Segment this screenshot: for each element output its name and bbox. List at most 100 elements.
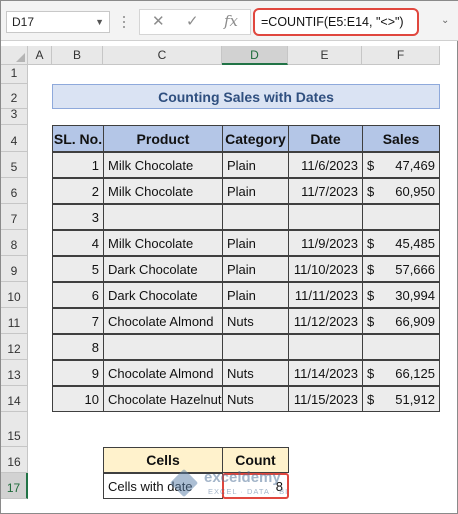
table-cell-category[interactable]: Plain (222, 152, 289, 178)
row-header[interactable]: 11 (1, 308, 28, 334)
table-cell-product[interactable]: Milk Chocolate (103, 178, 223, 204)
name-box-value: D17 (12, 15, 35, 29)
row-header[interactable]: 15 (1, 412, 28, 447)
table-cell-category[interactable] (222, 334, 289, 360)
enter-icon[interactable]: ✓ (186, 12, 199, 30)
row-header[interactable]: 14 (1, 386, 28, 412)
table-cell-sl[interactable]: 9 (52, 360, 104, 386)
table-cell-product[interactable]: Milk Chocolate (103, 152, 223, 178)
sales-value: 30,994 (395, 287, 435, 303)
table-cell-date[interactable]: 11/6/2023 (288, 152, 363, 178)
column-header-d[interactable]: D (222, 46, 288, 65)
table-cell-date[interactable]: 11/12/2023 (288, 308, 363, 334)
table-cell-product[interactable]: Milk Chocolate (103, 230, 223, 256)
table-cell-sales[interactable]: $45,485 (362, 230, 440, 256)
row-header[interactable]: 12 (1, 334, 28, 360)
table-cell-category[interactable]: Plain (222, 178, 289, 204)
table-cell-sales[interactable] (362, 204, 440, 230)
row-header[interactable]: 3 (1, 107, 28, 125)
table-cell-sl[interactable]: 1 (52, 152, 104, 178)
insert-function-icon[interactable]: fx (224, 12, 238, 30)
table-header-sl-no[interactable]: SL. No. (52, 125, 104, 152)
table-cell-date[interactable]: 11/9/2023 (288, 230, 363, 256)
summary-label-cell[interactable]: Cells with date (103, 473, 223, 499)
column-header-c[interactable]: C (103, 46, 222, 65)
currency-symbol: $ (367, 287, 375, 303)
table-cell-sales[interactable]: $47,469 (362, 152, 440, 178)
row-header[interactable]: 10 (1, 282, 28, 308)
table-cell-product[interactable] (103, 334, 223, 360)
table-cell-product[interactable]: Chocolate Almond (103, 308, 223, 334)
column-header-a[interactable]: A (28, 46, 52, 65)
table-cell-sl[interactable]: 7 (52, 308, 104, 334)
table-cell-product[interactable] (103, 204, 223, 230)
table-cell-date[interactable]: 11/11/2023 (288, 282, 363, 308)
currency-symbol: $ (367, 235, 375, 251)
table-cell-date[interactable] (288, 204, 363, 230)
table-cell-date[interactable]: 11/14/2023 (288, 360, 363, 386)
cancel-icon[interactable]: ✕ (152, 12, 165, 30)
table-cell-date[interactable] (288, 334, 363, 360)
table-header-date[interactable]: Date (288, 125, 363, 152)
row-header[interactable]: 16 (1, 447, 28, 473)
table-cell-date[interactable]: 11/7/2023 (288, 178, 363, 204)
table-cell-sl[interactable]: 10 (52, 386, 104, 412)
table-cell-sales[interactable]: $60,950 (362, 178, 440, 204)
currency-symbol: $ (367, 313, 375, 329)
currency-symbol: $ (367, 365, 375, 381)
table-cell-sl[interactable]: 6 (52, 282, 104, 308)
column-header-e[interactable]: E (288, 46, 362, 65)
table-cell-category[interactable]: Plain (222, 256, 289, 282)
summary-count-cell[interactable]: 8 (222, 473, 289, 499)
table-cell-date[interactable]: 11/10/2023 (288, 256, 363, 282)
table-cell-category[interactable] (222, 204, 289, 230)
row-header[interactable]: 6 (1, 178, 28, 204)
table-cell-category[interactable]: Nuts (222, 360, 289, 386)
table-cell-category[interactable]: Plain (222, 230, 289, 256)
splitter-handle-icon[interactable] (122, 13, 126, 31)
table-cell-sl[interactable]: 8 (52, 334, 104, 360)
column-header-b[interactable]: B (52, 46, 103, 65)
table-cell-sales[interactable]: $57,666 (362, 256, 440, 282)
formula-input[interactable]: =COUNTIF(E5:E14, "<>") (253, 8, 419, 36)
table-cell-date[interactable]: 11/15/2023 (288, 386, 363, 412)
row-header[interactable]: 13 (1, 360, 28, 386)
row-header[interactable]: 17 (1, 473, 28, 499)
chevron-down-icon[interactable]: ▼ (95, 12, 104, 32)
row-header[interactable]: 1 (1, 65, 28, 84)
expand-formula-bar-icon[interactable]: ⌄ (441, 15, 449, 26)
table-cell-product[interactable]: Chocolate Almond (103, 360, 223, 386)
table-cell-category[interactable]: Nuts (222, 308, 289, 334)
table-cell-category[interactable]: Plain (222, 282, 289, 308)
table-cell-sales[interactable]: $66,909 (362, 308, 440, 334)
row-header[interactable]: 8 (1, 230, 28, 256)
table-header-product[interactable]: Product (103, 125, 223, 152)
table-header-category[interactable]: Category (222, 125, 289, 152)
row-header[interactable]: 7 (1, 204, 28, 230)
table-cell-sales[interactable] (362, 334, 440, 360)
row-header[interactable]: 9 (1, 256, 28, 282)
summary-header-cells[interactable]: Cells (103, 447, 223, 473)
currency-symbol: $ (367, 157, 375, 173)
row-header[interactable]: 5 (1, 152, 28, 178)
name-box[interactable]: D17 ▼ (6, 11, 110, 33)
table-cell-sl[interactable]: 3 (52, 204, 104, 230)
table-cell-sl[interactable]: 4 (52, 230, 104, 256)
table-cell-product[interactable]: Dark Chocolate (103, 256, 223, 282)
row-header[interactable]: 2 (1, 84, 28, 109)
summary-header-count[interactable]: Count (222, 447, 289, 473)
table-cell-sales[interactable]: $66,125 (362, 360, 440, 386)
table-cell-sales[interactable]: $51,912 (362, 386, 440, 412)
table-cell-sl[interactable]: 2 (52, 178, 104, 204)
table-cell-product[interactable]: Chocolate Hazelnut (103, 386, 223, 412)
table-cell-sl[interactable]: 5 (52, 256, 104, 282)
sheet-title[interactable]: Counting Sales with Dates (52, 84, 440, 109)
spreadsheet-window: D17 ▼ ✕ ✓ fx =COUNTIF(E5:E14, "<>") ⌄ A … (0, 0, 458, 514)
column-header-f[interactable]: F (362, 46, 440, 65)
table-header-sales[interactable]: Sales (362, 125, 440, 152)
table-cell-category[interactable]: Nuts (222, 386, 289, 412)
select-all-button[interactable] (1, 46, 28, 65)
table-cell-product[interactable]: Dark Chocolate (103, 282, 223, 308)
row-header[interactable]: 4 (1, 125, 28, 152)
table-cell-sales[interactable]: $30,994 (362, 282, 440, 308)
